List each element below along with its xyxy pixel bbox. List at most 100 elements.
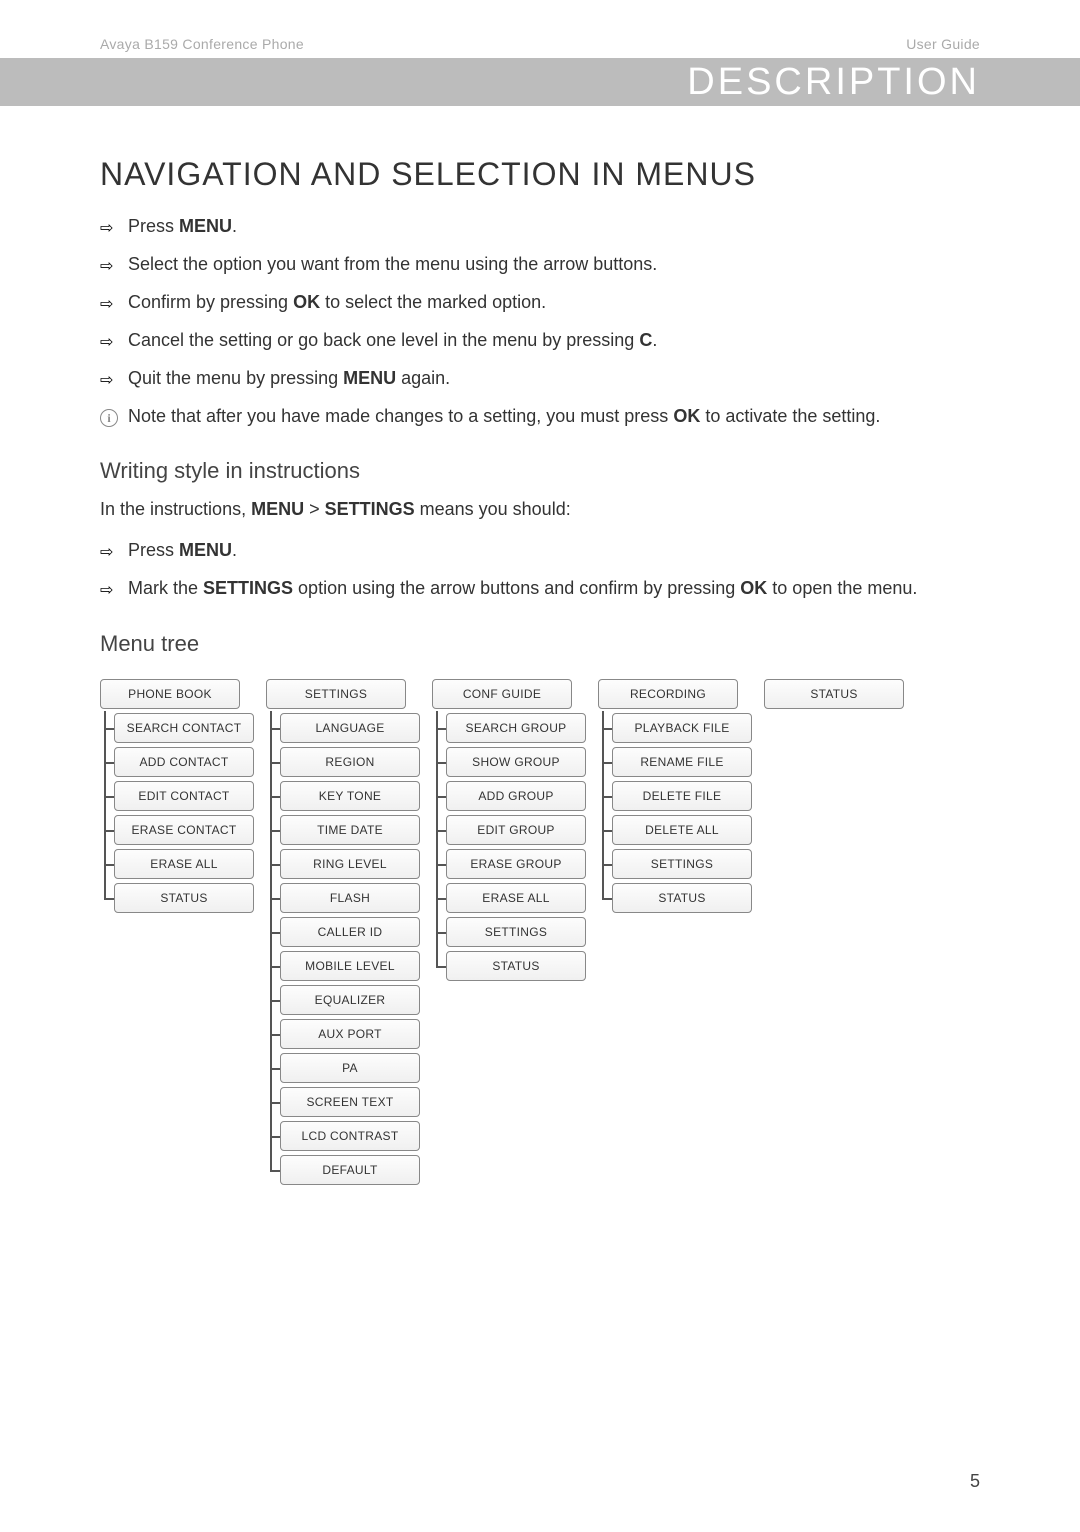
menu-item: FLASH <box>280 883 420 913</box>
menu-item: REGION <box>280 747 420 777</box>
menu-item-wrap: PA <box>280 1053 420 1083</box>
menu-item-wrap: REGION <box>280 747 420 777</box>
menu-subnodes: SEARCH GROUPSHOW GROUPADD GROUPEDIT GROU… <box>432 713 586 985</box>
step-item: ⇨ Mark the SETTINGS option using the arr… <box>100 575 980 603</box>
menu-column: PHONE BOOK SEARCH CONTACT ADD CONTACT EDIT … <box>100 679 254 1189</box>
menu-tree-heading: Menu tree <box>100 631 980 657</box>
menu-subnodes: SEARCH CONTACT ADD CONTACT EDIT CONTACT ERA… <box>100 713 254 917</box>
running-header: Avaya B159 Conference Phone User Guide <box>0 0 1080 58</box>
arrow-right-icon: ⇨ <box>100 251 128 279</box>
menu-item-wrap: MOBILE LEVEL <box>280 951 420 981</box>
menu-item: DELETE ALL <box>612 815 752 845</box>
menu-item-wrap: LCD CONTRAST <box>280 1121 420 1151</box>
section-title: DESCRIPTION <box>687 61 980 104</box>
menu-item: ERASE CONTACT <box>114 815 254 845</box>
menu-item: RENAME FILE <box>612 747 752 777</box>
menu-column: SETTINGS LANGUAGE REGION KEY TONE TIME DATE R… <box>266 679 420 1189</box>
header-right: User Guide <box>906 36 980 52</box>
menu-item: CALLER ID <box>280 917 420 947</box>
menu-column: CONF GUIDESEARCH GROUPSHOW GROUPADD GROU… <box>432 679 586 1189</box>
step-item: ⇨ Select the option you want from the me… <box>100 251 980 279</box>
step-item: ⇨ Cancel the setting or go back one leve… <box>100 327 980 355</box>
arrow-right-icon: ⇨ <box>100 537 128 565</box>
step-item: ⇨ Press MENU. <box>100 537 980 565</box>
step-item: ⇨ Quit the menu by pressing MENU again. <box>100 365 980 393</box>
note-item: i Note that after you have made changes … <box>100 403 980 430</box>
menu-item: SCREEN TEXT <box>280 1087 420 1117</box>
menu-item: MOBILE LEVEL <box>280 951 420 981</box>
menu-item-wrap: RING LEVEL <box>280 849 420 879</box>
menu-item-wrap: KEY TONE <box>280 781 420 811</box>
menu-item-wrap: TIME DATE <box>280 815 420 845</box>
steps-list: ⇨ Press MENU. ⇨ Select the option you wa… <box>100 213 980 430</box>
note-text: Note that after you have made changes to… <box>128 403 980 430</box>
menu-item: DEFAULT <box>280 1155 420 1185</box>
page-title: NAVIGATION AND SELECTION IN MENUS <box>100 156 980 193</box>
menu-item-wrap: EQUALIZER <box>280 985 420 1015</box>
menu-item-wrap: CALLER ID <box>280 917 420 947</box>
menu-item: EQUALIZER <box>280 985 420 1015</box>
menu-item-wrap: RENAME FILE <box>612 747 752 777</box>
menu-item: ERASE ALL <box>446 883 586 913</box>
menu-item-wrap: FLASH <box>280 883 420 913</box>
menu-item: EDIT CONTACT <box>114 781 254 811</box>
menu-item: TIME DATE <box>280 815 420 845</box>
menu-item: PA <box>280 1053 420 1083</box>
menu-item-wrap: ADD CONTACT <box>114 747 254 777</box>
menu-item: ERASE ALL <box>114 849 254 879</box>
menu-item-wrap: STATUS <box>114 883 254 913</box>
menu-item: LCD CONTRAST <box>280 1121 420 1151</box>
page-number: 5 <box>970 1471 980 1492</box>
menu-item-wrap: DEFAULT <box>280 1155 420 1185</box>
step-text: Quit the menu by pressing MENU again. <box>128 365 980 392</box>
arrow-right-icon: ⇨ <box>100 327 128 355</box>
menu-column: STATUS <box>764 679 904 1189</box>
menu-head: PHONE BOOK <box>100 679 240 709</box>
arrow-right-icon: ⇨ <box>100 365 128 393</box>
menu-item-wrap: ADD GROUP <box>446 781 586 811</box>
menu-item: STATUS <box>114 883 254 913</box>
step-item: ⇨ Press MENU. <box>100 213 980 241</box>
menu-item: AUX PORT <box>280 1019 420 1049</box>
menu-item-wrap: SETTINGS <box>612 849 752 879</box>
section-band: DESCRIPTION <box>0 58 1080 106</box>
menu-item-wrap: EDIT GROUP <box>446 815 586 845</box>
menu-item-wrap: STATUS <box>446 951 586 981</box>
menu-item: ADD CONTACT <box>114 747 254 777</box>
menu-item: LANGUAGE <box>280 713 420 743</box>
menu-item: EDIT GROUP <box>446 815 586 845</box>
arrow-right-icon: ⇨ <box>100 289 128 317</box>
menu-item: SETTINGS <box>446 917 586 947</box>
menu-item-wrap: STATUS <box>612 883 752 913</box>
header-left: Avaya B159 Conference Phone <box>100 36 304 52</box>
step-text: Cancel the setting or go back one level … <box>128 327 980 354</box>
menu-item-wrap: SCREEN TEXT <box>280 1087 420 1117</box>
menu-item-wrap: DELETE FILE <box>612 781 752 811</box>
arrow-right-icon: ⇨ <box>100 213 128 241</box>
content: NAVIGATION AND SELECTION IN MENUS ⇨ Pres… <box>0 106 1080 1189</box>
menu-item: SEARCH CONTACT <box>114 713 254 743</box>
menu-item-wrap: LANGUAGE <box>280 713 420 743</box>
menu-item-wrap: ERASE GROUP <box>446 849 586 879</box>
menu-item: STATUS <box>446 951 586 981</box>
menu-item: DELETE FILE <box>612 781 752 811</box>
writing-steps-list: ⇨ Press MENU. ⇨ Mark the SETTINGS option… <box>100 537 980 603</box>
menu-item-wrap: SHOW GROUP <box>446 747 586 777</box>
menu-item-wrap: AUX PORT <box>280 1019 420 1049</box>
menu-head: RECORDING <box>598 679 738 709</box>
menu-subnodes: LANGUAGE REGION KEY TONE TIME DATE RING LEVE… <box>266 713 420 1189</box>
menu-head: SETTINGS <box>266 679 406 709</box>
menu-head: STATUS <box>764 679 904 709</box>
writing-style-heading: Writing style in instructions <box>100 458 980 484</box>
info-icon: i <box>100 403 128 430</box>
step-text: Confirm by pressing OK to select the mar… <box>128 289 980 316</box>
menu-tree: PHONE BOOK SEARCH CONTACT ADD CONTACT EDIT … <box>100 669 980 1189</box>
menu-item: STATUS <box>612 883 752 913</box>
writing-style-para: In the instructions, MENU > SETTINGS mea… <box>100 496 980 523</box>
menu-item: ADD GROUP <box>446 781 586 811</box>
step-text: Press MENU. <box>128 537 980 564</box>
menu-head: CONF GUIDE <box>432 679 572 709</box>
step-text: Select the option you want from the menu… <box>128 251 980 278</box>
menu-item: SETTINGS <box>612 849 752 879</box>
page: Avaya B159 Conference Phone User Guide D… <box>0 0 1080 1532</box>
